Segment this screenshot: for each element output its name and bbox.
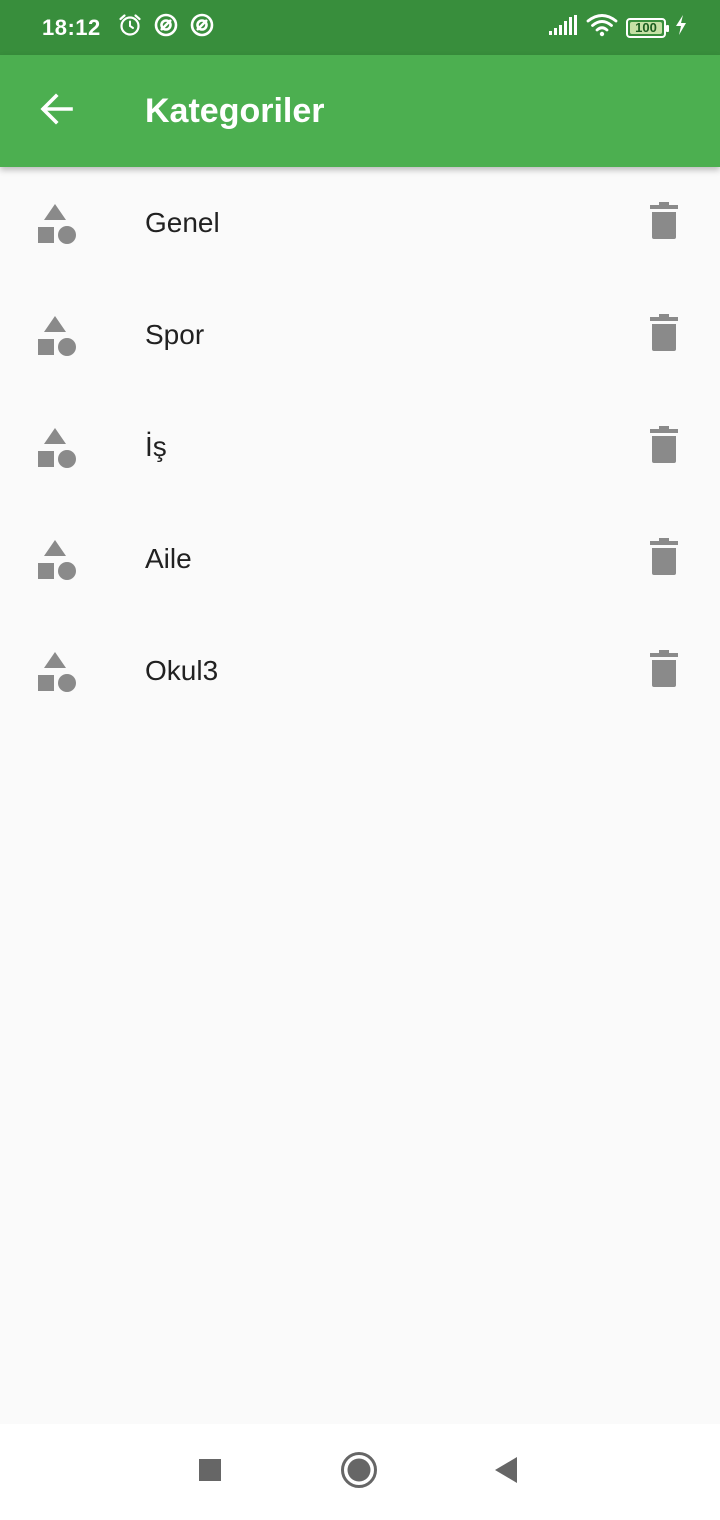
delete-button[interactable] [644, 201, 684, 245]
back-button[interactable] [34, 89, 78, 133]
category-shapes-icon [36, 203, 78, 245]
list-item[interactable]: Genel [0, 167, 720, 279]
category-label: Aile [145, 543, 192, 574]
delete-button[interactable] [644, 313, 684, 357]
page-title: Kategoriler [145, 91, 325, 130]
status-right: 100 [548, 13, 688, 42]
system-nav-bar [0, 1424, 720, 1520]
status-bar: 18:12 100 [0, 0, 720, 55]
battery-level-text: 100 [635, 20, 657, 35]
category-shapes-icon [36, 539, 78, 581]
app-bar: Kategoriler [0, 55, 720, 167]
status-left: 18:12 [42, 12, 215, 43]
category-label: Genel [145, 207, 220, 238]
category-list: Genel Spor İş Aile Okul3 [0, 167, 720, 727]
list-item[interactable]: Okul3 [0, 615, 720, 727]
trash-icon [650, 201, 678, 245]
charging-icon [674, 14, 688, 41]
category-shapes-icon [36, 427, 78, 469]
category-label: İş [145, 431, 167, 462]
data-saver-icon [189, 12, 215, 43]
delete-button[interactable] [644, 649, 684, 693]
home-circle-icon [340, 1451, 378, 1494]
category-shapes-icon [36, 315, 78, 357]
status-time: 18:12 [42, 14, 101, 40]
list-item[interactable]: Spor [0, 279, 720, 391]
home-button[interactable] [337, 1450, 381, 1494]
trash-icon [650, 537, 678, 581]
recents-button[interactable] [188, 1450, 232, 1494]
nav-back-button[interactable] [484, 1450, 528, 1494]
category-shapes-icon [36, 651, 78, 693]
trash-icon [650, 313, 678, 357]
arrow-back-icon [38, 91, 74, 132]
status-icons-left [117, 12, 215, 43]
signal-icon [548, 14, 578, 41]
category-label: Okul3 [145, 655, 219, 686]
alarm-icon [117, 12, 143, 43]
list-item[interactable]: İş [0, 391, 720, 503]
battery-icon: 100 [626, 17, 669, 38]
list-item[interactable]: Aile [0, 503, 720, 615]
back-triangle-icon [493, 1456, 519, 1489]
delete-button[interactable] [644, 425, 684, 469]
trash-icon [650, 649, 678, 693]
wifi-icon [586, 13, 618, 42]
recents-square-icon [198, 1458, 222, 1487]
trash-icon [650, 425, 678, 469]
delete-button[interactable] [644, 537, 684, 581]
data-saver-icon [153, 12, 179, 43]
category-label: Spor [145, 319, 205, 350]
